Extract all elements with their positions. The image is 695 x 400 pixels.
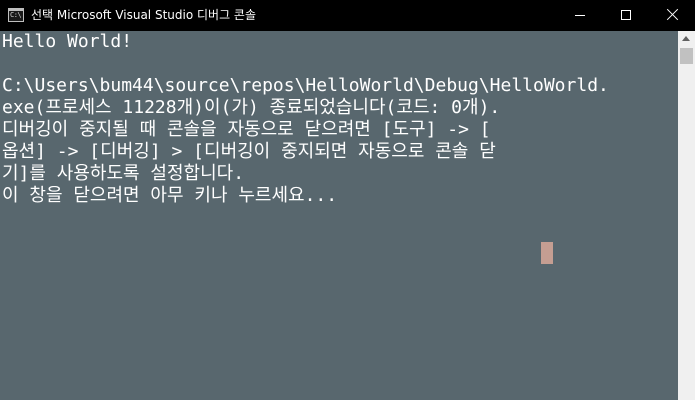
console-window: C:\ 선택 Microsoft Visual Studio 디버그 콘솔 He… (0, 0, 695, 400)
console-line: Hello World! (2, 31, 133, 52)
console-line: 기]를 사용하도록 설정합니다. (2, 163, 245, 184)
scroll-thumb[interactable] (680, 48, 693, 64)
console-line: 이 창을 닫으려면 아무 키나 누르세요... (2, 185, 338, 206)
minimize-icon (575, 15, 585, 16)
console-line: 옵션] -> [디버깅] > [디버깅이 중지되면 자동으로 콘솔 닫 (2, 141, 496, 162)
scroll-up-arrow-icon (682, 36, 690, 41)
window-title: 선택 Microsoft Visual Studio 디버그 콘솔 (31, 8, 257, 22)
text-cursor (541, 242, 553, 264)
console-line: C:\Users\bum44\source\repos\HelloWorld\D… (2, 75, 609, 96)
maximize-button[interactable] (603, 0, 649, 31)
scroll-up-button[interactable] (678, 31, 695, 48)
console-line: 디버깅이 중지될 때 콘솔을 자동으로 닫으려면 [도구] -> [ (2, 119, 491, 140)
minimize-button[interactable] (557, 0, 603, 31)
vertical-scrollbar[interactable] (678, 31, 695, 400)
close-button[interactable] (649, 0, 695, 31)
maximize-icon (621, 10, 631, 20)
title-bar[interactable]: C:\ 선택 Microsoft Visual Studio 디버그 콘솔 (0, 0, 695, 31)
console-line: exe(프로세스 11228개)이(가) 종료되었습니다(코드: 0개). (2, 97, 501, 118)
close-icon (666, 9, 678, 21)
console-output[interactable]: Hello World! C:\Users\bum44\source\repos… (0, 31, 678, 400)
console-app-icon[interactable]: C:\ (8, 8, 24, 22)
